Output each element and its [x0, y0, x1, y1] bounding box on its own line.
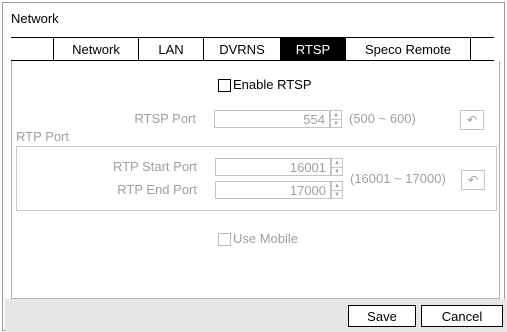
- rtp-end-port-field[interactable]: 17000: [215, 181, 331, 199]
- tab-bar-fill: [471, 37, 494, 61]
- spin-up-icon[interactable]: ▲: [331, 111, 341, 120]
- dialog-title: Network: [11, 11, 59, 26]
- rtsp-port-reset-button[interactable]: ↶: [460, 110, 484, 130]
- spin-down-icon[interactable]: ▼: [332, 168, 342, 176]
- use-mobile-checkbox[interactable]: [218, 233, 231, 246]
- undo-arrow-icon: ↶: [466, 113, 478, 127]
- tab-speco-remote[interactable]: Speco Remote: [346, 37, 471, 61]
- rtp-end-port-stepper[interactable]: ▲ ▼: [331, 181, 343, 199]
- rtsp-port-label: RTSP Port: [134, 111, 196, 126]
- spin-down-icon[interactable]: ▼: [331, 120, 341, 128]
- undo-arrow-icon: ↶: [467, 173, 479, 187]
- tab-network[interactable]: Network: [53, 37, 139, 61]
- rtsp-port-field[interactable]: 554: [214, 110, 330, 128]
- enable-rtsp-label: Enable RTSP: [233, 77, 312, 92]
- rtsp-port-range: (500 ~ 600): [349, 111, 416, 126]
- rtp-start-port-field[interactable]: 16001: [215, 158, 331, 176]
- tab-bar: Network LAN DVRNS RTSP Speco Remote: [11, 37, 494, 61]
- tab-dvrns[interactable]: DVRNS: [204, 37, 281, 61]
- cancel-button[interactable]: Cancel: [421, 305, 503, 327]
- rtp-port-reset-button[interactable]: ↶: [461, 170, 485, 190]
- spin-up-icon[interactable]: ▲: [332, 182, 342, 191]
- rtp-start-port-label: RTP Start Port: [112, 159, 197, 174]
- network-settings-dialog: Network Network LAN DVRNS RTSP Speco Rem…: [2, 2, 507, 332]
- rtp-port-group-label: RTP Port: [16, 129, 69, 144]
- tab-bar-spacer: [11, 37, 53, 61]
- tab-rtsp[interactable]: RTSP: [281, 37, 346, 61]
- rtsp-port-stepper[interactable]: ▲ ▼: [330, 110, 342, 128]
- rtp-end-port-label: RTP End Port: [117, 182, 197, 197]
- spin-down-icon[interactable]: ▼: [332, 191, 342, 199]
- rtp-port-group: RTP Start Port 16001 ▲ ▼ RTP End Port 17…: [16, 146, 497, 211]
- spin-up-icon[interactable]: ▲: [332, 159, 342, 168]
- rtp-port-range: (16001 ~ 17000): [350, 171, 446, 186]
- enable-rtsp-checkbox[interactable]: [218, 79, 231, 92]
- save-button[interactable]: Save: [348, 305, 416, 327]
- rtp-start-port-stepper[interactable]: ▲ ▼: [331, 158, 343, 176]
- dialog-footer: Save Cancel: [5, 299, 507, 332]
- rtsp-tab-panel: Enable RTSP RTSP Port 554 ▲ ▼ (500 ~ 600…: [11, 61, 500, 299]
- use-mobile-label: Use Mobile: [233, 231, 299, 246]
- tab-lan[interactable]: LAN: [139, 37, 204, 61]
